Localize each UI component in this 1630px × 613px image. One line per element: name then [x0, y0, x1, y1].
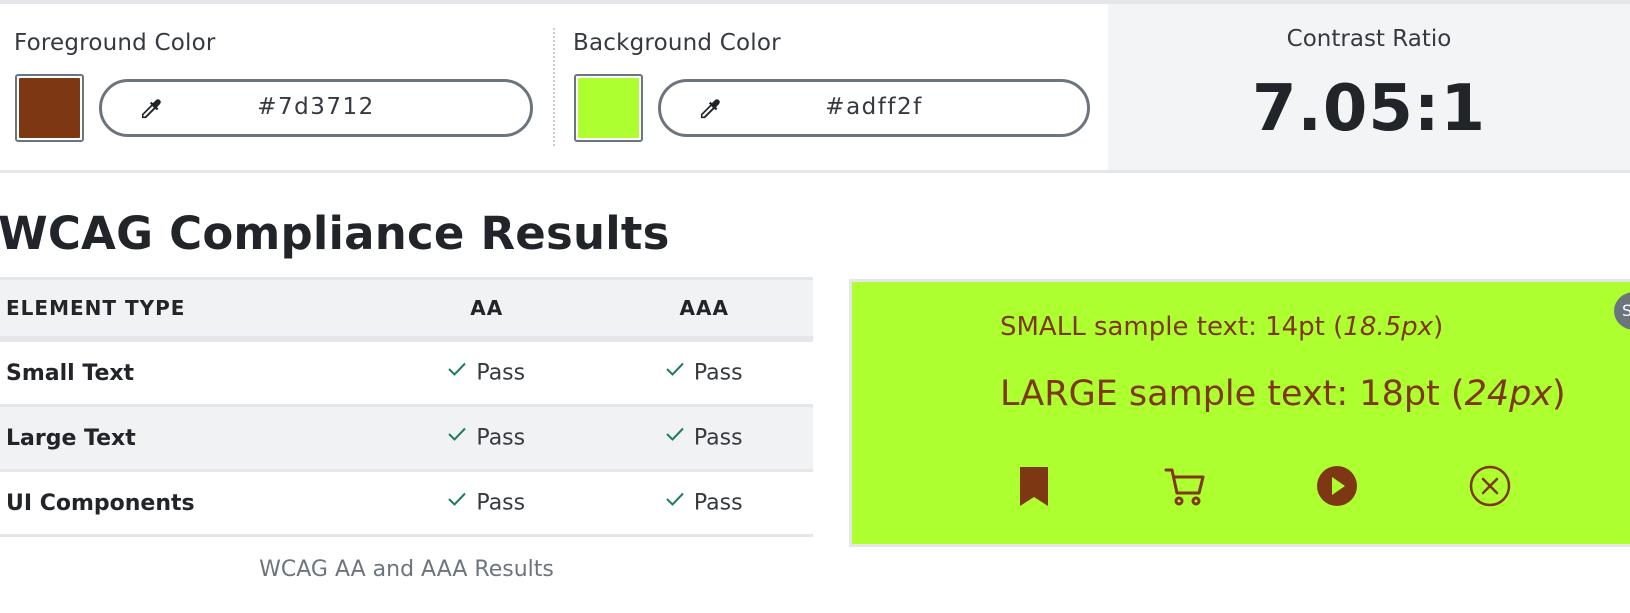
- result-text: Pass: [476, 425, 526, 451]
- header-aa: AA: [378, 277, 596, 342]
- picker-bar-bottom-border: [0, 170, 1630, 173]
- picker-divider: [553, 28, 555, 146]
- check-icon: [666, 428, 684, 442]
- table-row: Large Text Pass Pass: [0, 405, 813, 472]
- play-icon[interactable]: [1315, 464, 1359, 508]
- large-sample-suffix: ): [1552, 374, 1566, 414]
- check-icon: [448, 428, 467, 442]
- small-sample-px: 18.5px: [1343, 312, 1434, 342]
- table-row: UI Components Pass Pass: [0, 470, 813, 537]
- row-type: Large Text: [0, 405, 379, 472]
- large-sample-prefix: LARGE sample text: 18pt (: [1000, 374, 1465, 414]
- bookmark-icon[interactable]: [1012, 464, 1056, 508]
- contrast-ratio-label: Contrast Ratio: [1286, 26, 1452, 52]
- large-sample-text: LARGE sample text: 18pt (24px): [1000, 374, 1566, 414]
- small-sample-text: SMALL sample text: 14pt (18.5px): [1000, 312, 1443, 342]
- background-hex-input[interactable]: #adff2f: [658, 79, 1090, 137]
- row-aaa-result: Pass: [595, 405, 813, 472]
- row-aa-result: Pass: [378, 339, 596, 407]
- foreground-color-label: Foreground Color: [14, 30, 216, 56]
- header-aaa: AAA: [595, 277, 813, 342]
- sample-preview: SMALL sample text: 14pt (18.5px) LARGE s…: [849, 279, 1630, 547]
- small-sample-suffix: ): [1433, 312, 1444, 342]
- result-text: Pass: [693, 490, 743, 516]
- foreground-hex-value[interactable]: #7d3712: [102, 94, 530, 120]
- contrast-ratio-value: 7.05:1: [1251, 72, 1487, 146]
- result-text: Pass: [476, 490, 526, 516]
- row-type: Small Text: [0, 339, 379, 407]
- row-type: UI Components: [0, 470, 379, 537]
- check-icon: [448, 363, 467, 377]
- check-icon: [666, 363, 684, 377]
- foreground-swatch-chip: [19, 78, 80, 138]
- row-aaa-result: Pass: [595, 470, 813, 537]
- cart-icon[interactable]: [1163, 464, 1207, 508]
- background-swatch-chip: [578, 78, 639, 138]
- result-text: Pass: [693, 425, 743, 451]
- header-element-type: ELEMENT TYPE: [0, 277, 379, 342]
- result-text: Pass: [476, 360, 526, 386]
- check-icon: [666, 493, 684, 507]
- foreground-color-swatch[interactable]: [15, 74, 84, 142]
- contrast-ratio-panel: Contrast Ratio 7.05:1: [1108, 4, 1630, 170]
- close-circle-icon[interactable]: [1468, 464, 1512, 508]
- check-icon: [448, 493, 467, 507]
- row-aaa-result: Pass: [595, 339, 813, 407]
- background-color-label: Background Color: [573, 30, 781, 56]
- results-title: WCAG Compliance Results: [0, 207, 670, 260]
- row-aa-result: Pass: [378, 405, 596, 472]
- background-color-swatch[interactable]: [574, 74, 643, 142]
- result-text: Pass: [693, 360, 743, 386]
- table-row: Small Text Pass Pass: [0, 339, 813, 407]
- foreground-hex-input[interactable]: #7d3712: [99, 79, 533, 137]
- table-header-row: ELEMENT TYPE AA AAA: [0, 277, 813, 342]
- large-sample-px: 24px: [1464, 374, 1553, 414]
- small-sample-prefix: SMALL sample text: 14pt (: [1000, 312, 1344, 342]
- row-aa-result: Pass: [378, 470, 596, 537]
- background-hex-value[interactable]: #adff2f: [661, 94, 1087, 120]
- table-caption: WCAG AA and AAA Results: [259, 557, 554, 582]
- results-table: ELEMENT TYPE AA AAA Small Text Pass Pass…: [0, 277, 813, 537]
